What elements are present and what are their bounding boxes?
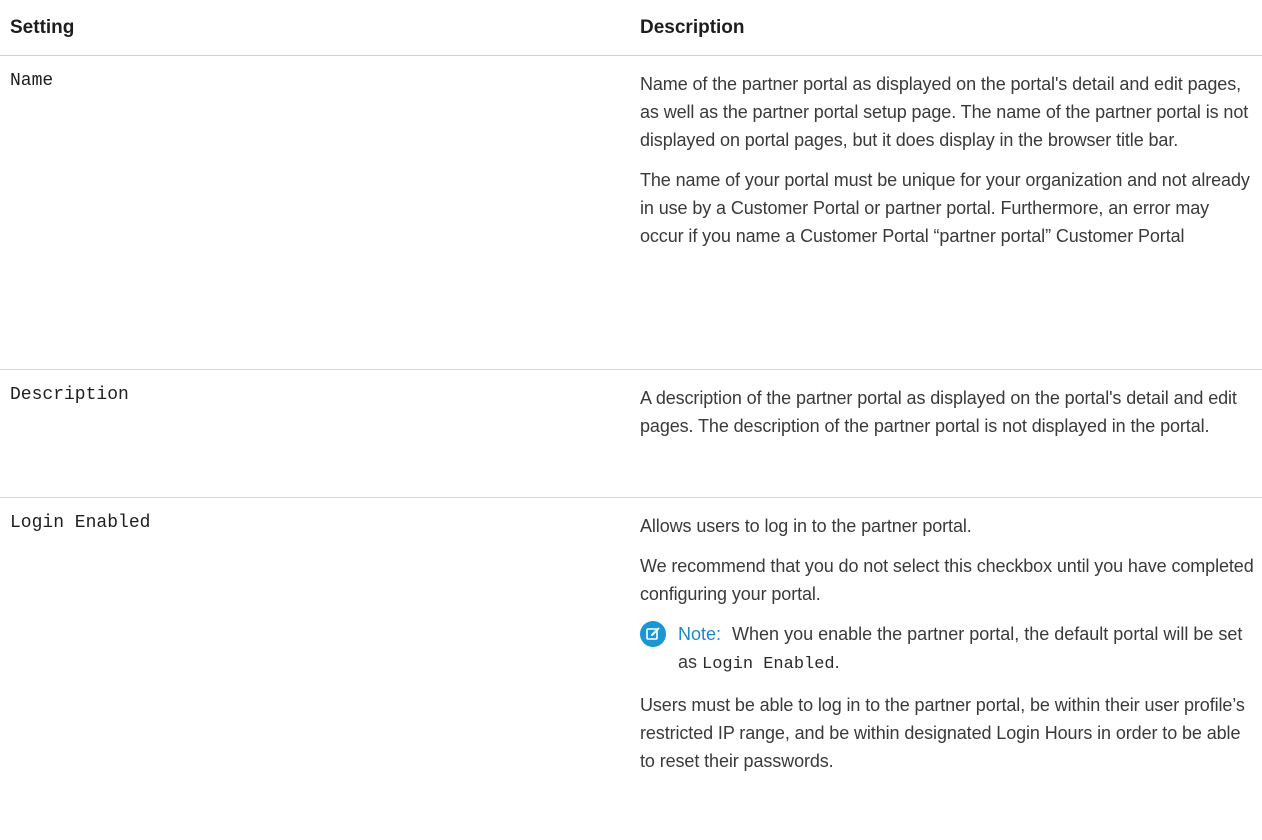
- setting-description: A description of the partner portal as d…: [630, 370, 1262, 497]
- description-paragraph: A description of the partner portal as d…: [640, 388, 1237, 436]
- setting-description: Name of the partner portal as displayed …: [630, 56, 1262, 369]
- description-paragraph: Users must be able to log in to the part…: [640, 695, 1245, 771]
- note-code: Login Enabled: [702, 655, 835, 674]
- description-paragraph: The name of your portal must be unique f…: [640, 170, 1250, 246]
- note-callout: Note: When you enable the partner portal…: [640, 620, 1254, 679]
- note-label: Note:: [678, 624, 722, 644]
- description-paragraph: Name of the partner portal as displayed …: [640, 74, 1249, 150]
- settings-table: Setting Description Name Name of the par…: [0, 0, 1262, 840]
- note-text-after: .: [834, 652, 840, 672]
- description-paragraph: We recommend that you do not select this…: [640, 556, 1254, 604]
- table-header: Setting Description: [0, 0, 1262, 56]
- table-row: Name Name of the partner portal as displ…: [0, 56, 1262, 370]
- table-row: Login Enabled Allows users to log in to …: [0, 498, 1262, 840]
- note-text: Note: When you enable the partner portal…: [678, 620, 1254, 679]
- setting-description: Allows users to log in to the partner po…: [630, 498, 1262, 840]
- edit-note-icon: [640, 621, 666, 647]
- description-paragraph: Allows users to log in to the partner po…: [640, 516, 972, 536]
- table-row: Description A description of the partner…: [0, 370, 1262, 498]
- setting-name: Name: [10, 71, 54, 91]
- setting-name: Description: [10, 385, 129, 405]
- setting-name: Login Enabled: [10, 513, 151, 533]
- column-header-description: Description: [640, 16, 745, 38]
- column-header-setting: Setting: [10, 16, 75, 38]
